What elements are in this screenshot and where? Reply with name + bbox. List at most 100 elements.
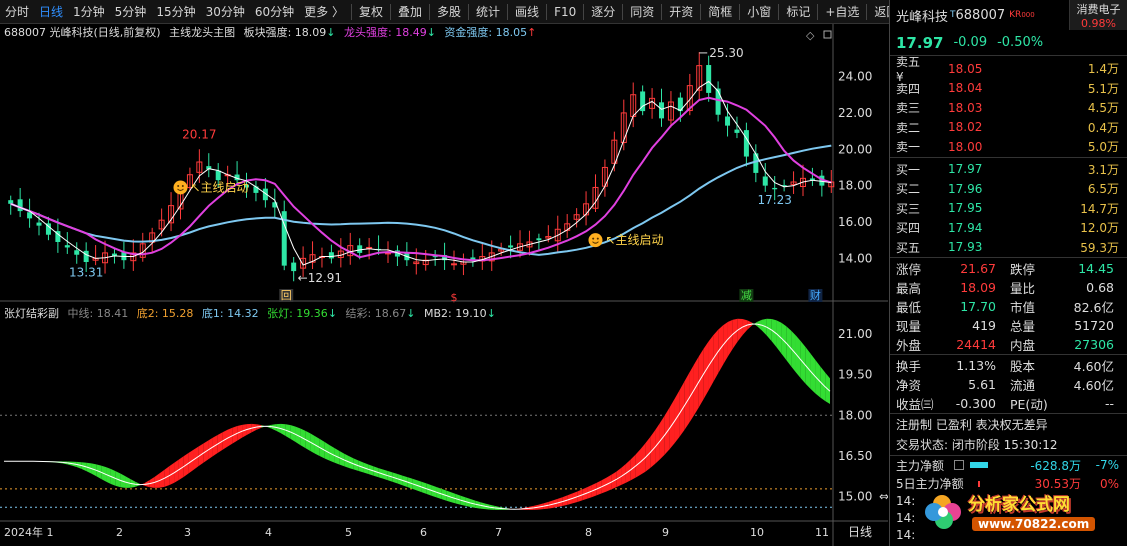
lamp-label: 张灯: 19.36↓ xyxy=(267,307,338,320)
xtick-label: 11 xyxy=(815,526,829,539)
candle-body xyxy=(706,65,712,93)
toolbar-item-0[interactable]: 分时 xyxy=(0,0,34,24)
ask-row[interactable]: 卖二 18.02 0.4万 xyxy=(890,118,1127,138)
stat-value: 51720 xyxy=(1074,318,1114,333)
kr-badge: KR000 xyxy=(1009,10,1035,20)
toolbar-item-9[interactable]: 叠加 xyxy=(393,0,427,24)
toolbar-item-10[interactable]: 多股 xyxy=(432,0,466,24)
toolbar-item-3[interactable]: 5分钟 xyxy=(110,0,152,24)
main-net-value: -628.8万 xyxy=(1030,458,1081,473)
watermark-title: 分析家公式网 xyxy=(968,495,1070,515)
stat-key: 跌停 xyxy=(1010,262,1036,277)
ask-row[interactable]: 卖三 18.03 4.5万 xyxy=(890,98,1127,118)
toolbar-item-6[interactable]: 60分钟 xyxy=(250,0,299,24)
main-ytick-label: 22.00 xyxy=(838,106,872,120)
main-ytick-label: 20.00 xyxy=(838,142,872,156)
candle-body xyxy=(762,176,768,186)
toolbar-item-8[interactable]: 复权 xyxy=(354,0,388,24)
status-row: 交易状态: 闭市阶段 15:30:12 xyxy=(890,435,1127,455)
last-price: 17.97 xyxy=(896,33,944,52)
start-tag-1-smiley-icon xyxy=(173,180,188,195)
sub-ytick-label: 16.50 xyxy=(838,449,872,463)
bid-price: 17.93 xyxy=(948,240,983,255)
bid-price: 17.95 xyxy=(948,201,983,216)
sector-box[interactable]: 消费电子 0.98% xyxy=(1069,0,1127,30)
toolbar-item-4[interactable]: 15分钟 xyxy=(151,0,200,24)
toolbar-separator xyxy=(390,3,391,20)
bid-book: 买一 17.97 3.1万 买二 17.96 6.5万 买三 17.95 14.7万 买四 17.9… xyxy=(890,156,1127,258)
ask-row[interactable]: 卖四 18.04 5.1万 xyxy=(890,79,1127,99)
toolbar-separator xyxy=(583,3,585,20)
stat-value: 21.67 xyxy=(960,261,996,276)
tags-row: 注册制 已盈利 表决权无差异 xyxy=(890,413,1127,435)
bid-price: 17.96 xyxy=(948,181,983,196)
toolbar-item-2[interactable]: 1分钟 xyxy=(68,0,110,24)
main-ytick-label: 18.00 xyxy=(838,179,872,193)
indicator-name[interactable]: 主线龙头主图 xyxy=(169,26,235,39)
sector-pct: 0.98% xyxy=(1081,16,1116,30)
kline-chart[interactable]: 24.00 22.00 20.00 18.00 16.00 14.00 21.00 19.50… xyxy=(0,24,888,546)
toolbar-item-14[interactable]: 逐分 xyxy=(586,0,620,24)
trade-status: 交易状态: 闭市阶段 15:30:12 xyxy=(896,438,1058,452)
low1-price-label: 13.31 xyxy=(69,266,103,280)
bid-row[interactable]: 买五 17.93 59.3万 xyxy=(890,238,1127,258)
candle-body xyxy=(508,245,514,248)
stat-value: 5.61 xyxy=(968,377,996,392)
toolbar-item-7[interactable]: 更多 〉 xyxy=(299,0,349,24)
stat-value: 419 xyxy=(972,318,996,333)
stock-code: 688007 xyxy=(955,7,1006,23)
ask-volume: 5.0万 xyxy=(1087,140,1119,155)
bid-row[interactable]: 买二 17.96 6.5万 xyxy=(890,179,1127,199)
ask-volume: 5.1万 xyxy=(1087,81,1119,96)
bid-row[interactable]: 买三 17.95 14.7万 xyxy=(890,199,1127,219)
sub-legend: 张灯结彩副 中线: 18.41 底2: 15.28 底1: 14.32 张灯: … xyxy=(4,306,501,322)
ask-volume: 1.4万 xyxy=(1087,62,1119,77)
stat-value: 4.60亿 xyxy=(1073,359,1114,374)
chart-area[interactable]: 24.00 22.00 20.00 18.00 16.00 14.00 21.00 19.50… xyxy=(0,24,888,546)
toolbar-item-12[interactable]: 画线 xyxy=(510,0,544,24)
stat-value: 17.70 xyxy=(960,299,996,314)
toolbar-item-16[interactable]: 开资 xyxy=(664,0,698,24)
resize-cursor-icon: ⇔ xyxy=(879,489,888,503)
toolbar-item-19[interactable]: 标记 xyxy=(781,0,815,24)
bottom1-label: 底1: 14.32 xyxy=(201,307,259,320)
ask-price: 18.04 xyxy=(948,81,983,96)
toolbar-separator xyxy=(468,3,470,20)
start-tag-2-label: ↖主线启动 xyxy=(605,233,663,247)
toolbar-item-13[interactable]: F10 xyxy=(549,0,581,24)
candle-body xyxy=(291,262,297,272)
candle-body xyxy=(74,250,80,255)
xtick-label: 2 xyxy=(116,526,123,539)
xtick-label: 4 xyxy=(265,526,272,539)
bid-volume: 14.7万 xyxy=(1080,201,1119,216)
bid-label: 买一 xyxy=(896,162,921,177)
toolbar-item-17[interactable]: 简框 xyxy=(703,0,737,24)
stat-row: 最低 17.70 市值 82.6亿 xyxy=(890,297,1127,316)
stat-key: 量比 xyxy=(1010,281,1036,296)
stat-value: 24414 xyxy=(956,337,996,352)
bid-label: 买五 xyxy=(896,240,921,255)
bid-row[interactable]: 买一 17.97 3.1万 xyxy=(890,160,1127,180)
doc-icon[interactable] xyxy=(954,460,964,470)
toolbar-item-20[interactable]: +自选 xyxy=(820,0,864,24)
toolbar-item-5[interactable]: 30分钟 xyxy=(201,0,250,24)
bid-volume: 6.5万 xyxy=(1087,182,1119,197)
toolbar-item-1[interactable]: 日线 xyxy=(34,0,68,24)
ask-row[interactable]: 卖一 18.00 5.0万 xyxy=(890,137,1127,157)
bid-row[interactable]: 买四 17.94 12.0万 xyxy=(890,218,1127,238)
event-marker-jian: 减 xyxy=(741,289,752,302)
sub-ytick-label: 19.50 xyxy=(838,368,872,382)
toolbar-item-18[interactable]: 小窗 xyxy=(742,0,776,24)
toolbar-separator xyxy=(546,3,548,20)
ask-row[interactable]: 卖五 ¥18.05 1.4万 xyxy=(890,55,1127,84)
sub-chart-title[interactable]: 张灯结彩副 xyxy=(4,307,59,320)
candle-body xyxy=(215,170,221,181)
candle-body xyxy=(64,245,70,248)
candle-body xyxy=(328,252,334,259)
toolbar-item-15[interactable]: 同资 xyxy=(625,0,659,24)
stat-row: 涨停 21.67 跌停 14.45 xyxy=(890,259,1127,278)
toolbar-item-11[interactable]: 统计 xyxy=(471,0,505,24)
stat-value: 18.09 xyxy=(960,280,996,295)
price-change-pct: -0.50% xyxy=(997,35,1044,50)
stat-key: 收益㈢ xyxy=(896,397,934,412)
